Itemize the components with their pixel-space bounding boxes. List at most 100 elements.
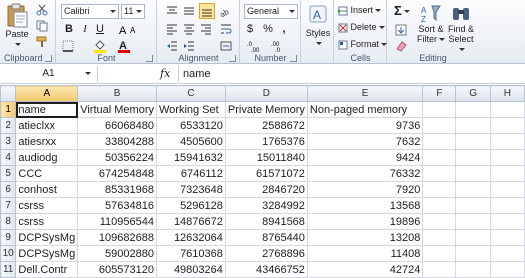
cell-a1[interactable]: name [15, 101, 79, 118]
column-header-f[interactable]: F [422, 85, 457, 102]
cell-a7[interactable]: csrss [15, 197, 79, 214]
column-header-a[interactable]: A [15, 85, 79, 102]
cell-d9[interactable]: 8765440 [224, 229, 308, 246]
percent-button[interactable]: % [263, 21, 273, 36]
select-all-corner[interactable] [0, 85, 17, 102]
cell-d10[interactable]: 2768896 [224, 245, 308, 262]
empty-cell[interactable] [422, 181, 457, 198]
number-launcher[interactable] [290, 55, 297, 62]
empty-cell[interactable] [455, 165, 491, 182]
name-box[interactable]: A1 [0, 66, 98, 82]
cell-d1[interactable]: Private Memory [224, 101, 308, 118]
empty-cell[interactable] [489, 149, 525, 166]
cell-e4[interactable]: 9424 [306, 149, 424, 166]
insert-function-button[interactable]: fx [160, 67, 170, 80]
cell-e8[interactable]: 19896 [306, 213, 424, 230]
cell-a5[interactable]: CCC [15, 165, 79, 182]
align-bottom-icon[interactable] [199, 3, 215, 19]
formula-input[interactable]: name [178, 66, 525, 82]
increase-font-icon[interactable]: AA [119, 23, 141, 38]
cell-a4[interactable]: audiodg [15, 149, 79, 166]
cell-c1[interactable]: Working Set [155, 101, 226, 118]
empty-cell[interactable] [489, 197, 525, 214]
empty-cell[interactable] [489, 133, 525, 150]
cell-b4[interactable]: 50356224 [77, 149, 157, 166]
empty-cell[interactable] [455, 101, 491, 118]
sort-filter-button[interactable]: A Z Sort & Filter [416, 4, 446, 50]
empty-cell[interactable] [489, 117, 525, 134]
cell-b7[interactable]: 57634816 [77, 197, 157, 214]
cell-c9[interactable]: 12632064 [155, 229, 226, 246]
cell-d8[interactable]: 8941568 [224, 213, 308, 230]
cell-e11[interactable]: 42724 [306, 261, 424, 278]
empty-cell[interactable] [455, 117, 491, 134]
empty-cell[interactable] [422, 117, 457, 134]
paste-dropdown-arrow[interactable] [15, 43, 21, 47]
row-header[interactable]: 2 [0, 117, 17, 134]
cell-c2[interactable]: 6533120 [155, 117, 226, 134]
cell-d11[interactable]: 43466752 [224, 261, 308, 278]
empty-cell[interactable] [422, 133, 457, 150]
cell-a6[interactable]: conhost [15, 181, 79, 198]
row-header[interactable]: 8 [0, 213, 17, 230]
empty-cell[interactable] [489, 181, 525, 198]
cell-b11[interactable]: 605573120 [77, 261, 157, 278]
row-header[interactable]: 10 [0, 245, 17, 262]
empty-cell[interactable] [489, 213, 525, 230]
empty-cell[interactable] [489, 165, 525, 182]
font-name-dropdown[interactable]: Calibri [61, 4, 119, 19]
cell-e1[interactable]: Non-paged memory [306, 101, 424, 118]
empty-cell[interactable] [455, 181, 491, 198]
cell-d3[interactable]: 1765376 [224, 133, 308, 150]
row-header[interactable]: 11 [0, 261, 17, 278]
row-header[interactable]: 6 [0, 181, 17, 198]
row-header[interactable]: 7 [0, 197, 17, 214]
cell-c6[interactable]: 7323648 [155, 181, 226, 198]
empty-cell[interactable] [422, 245, 457, 262]
comma-button[interactable]: , [279, 21, 289, 36]
row-header[interactable]: 1 [0, 101, 17, 118]
cell-d5[interactable]: 61571072 [224, 165, 308, 182]
font-launcher[interactable] [146, 55, 153, 62]
cell-e9[interactable]: 13208 [306, 229, 424, 246]
cell-a2[interactable]: atieclxx [15, 117, 79, 134]
bold-button[interactable]: B [63, 21, 75, 36]
cell-c11[interactable]: 49803264 [155, 261, 226, 278]
column-header-e[interactable]: E [306, 85, 424, 102]
cell-d7[interactable]: 3284992 [224, 197, 308, 214]
format-painter-icon[interactable] [36, 36, 48, 51]
empty-cell[interactable] [422, 229, 457, 246]
align-top-icon[interactable] [166, 5, 178, 20]
italic-button[interactable]: I [79, 21, 91, 36]
empty-cell[interactable] [489, 245, 525, 262]
empty-cell[interactable] [455, 133, 491, 150]
align-right-icon[interactable] [200, 23, 212, 38]
cell-a11[interactable]: Dell.Contr [15, 261, 79, 278]
empty-cell[interactable] [455, 261, 491, 278]
cell-c5[interactable]: 6746112 [155, 165, 226, 182]
empty-cell[interactable] [422, 101, 457, 118]
empty-cell[interactable] [489, 101, 525, 118]
empty-cell[interactable] [422, 165, 457, 182]
empty-cell[interactable] [422, 197, 457, 214]
fill-icon[interactable] [395, 24, 407, 39]
cell-c8[interactable]: 14876672 [155, 213, 226, 230]
alignment-launcher[interactable] [229, 55, 236, 62]
align-middle-icon[interactable] [183, 5, 195, 20]
cell-d2[interactable]: 2588672 [224, 117, 308, 134]
cell-e6[interactable]: 7920 [306, 181, 424, 198]
cell-c3[interactable]: 4505600 [155, 133, 226, 150]
cell-e10[interactable]: 11408 [306, 245, 424, 262]
column-header-d[interactable]: D [224, 85, 308, 102]
align-left-icon[interactable] [166, 23, 178, 38]
align-center-icon[interactable] [183, 23, 195, 38]
insert-button[interactable]: Insert [338, 5, 382, 16]
cell-e2[interactable]: 9736 [306, 117, 424, 134]
cell-c10[interactable]: 7610368 [155, 245, 226, 262]
cell-b9[interactable]: 109682688 [77, 229, 157, 246]
column-header-c[interactable]: C [155, 85, 226, 102]
cell-b10[interactable]: 59002880 [77, 245, 157, 262]
wrap-text-icon[interactable] [220, 23, 232, 38]
cell-e3[interactable]: 7632 [306, 133, 424, 150]
font-size-dropdown[interactable]: 11 [121, 4, 145, 19]
